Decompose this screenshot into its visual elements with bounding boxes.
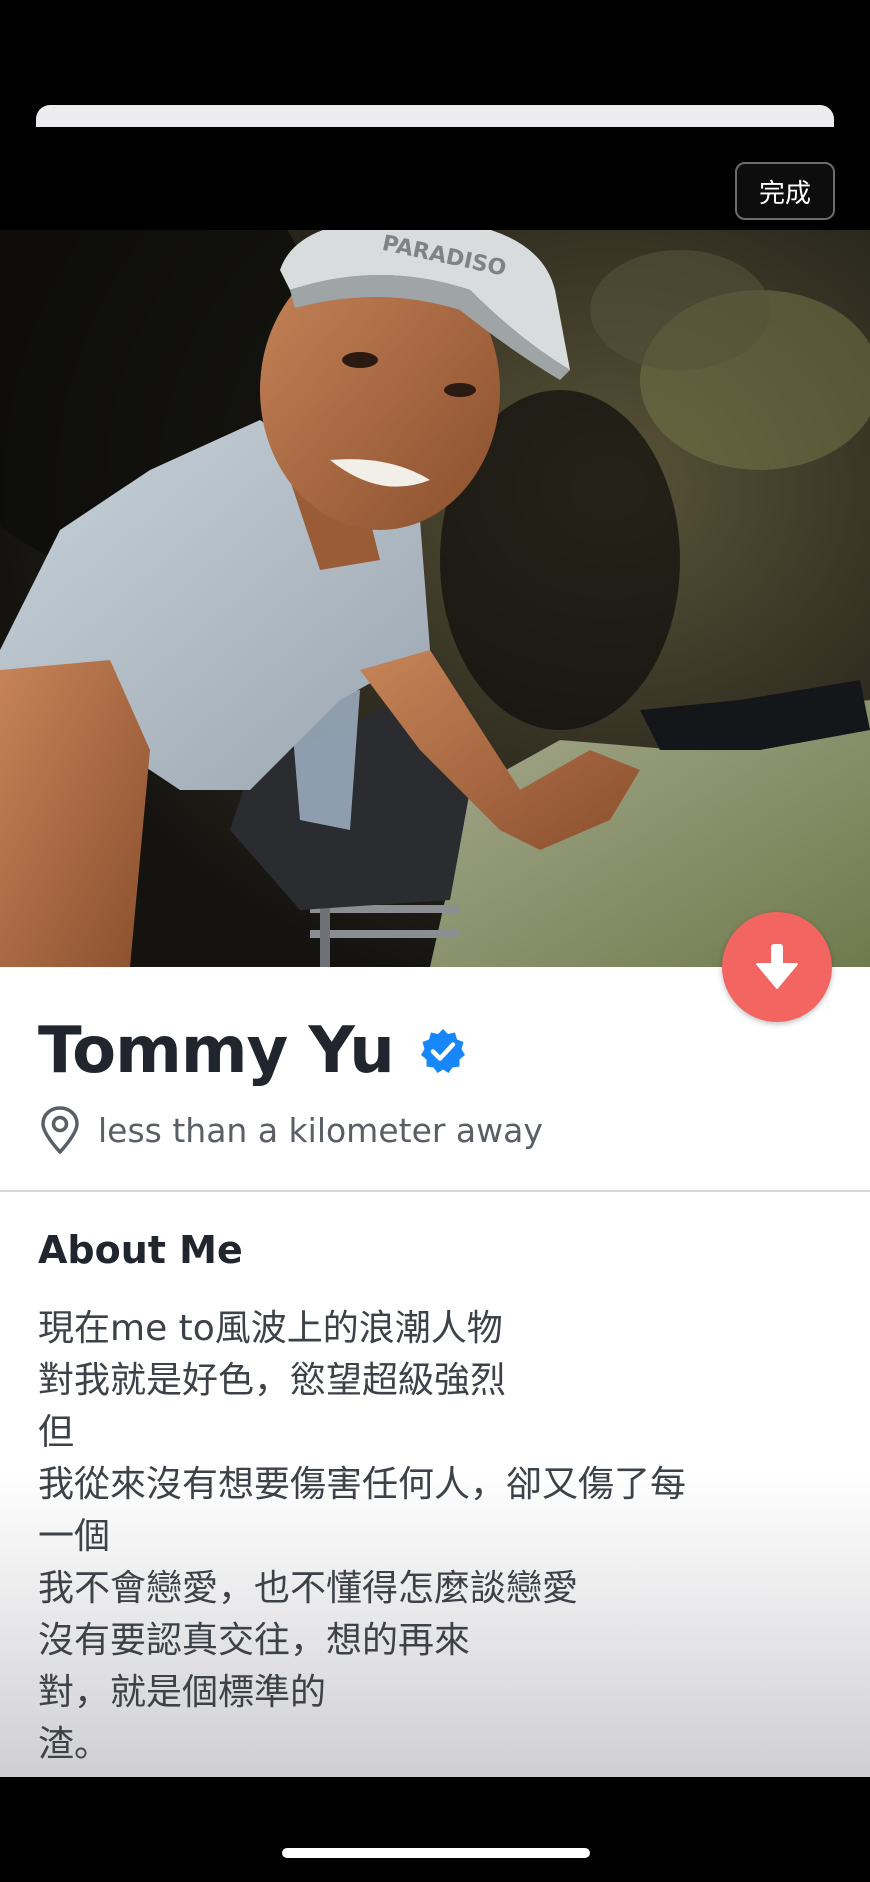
distance-text: less than a kilometer away [98,1110,543,1150]
profile-photo[interactable]: PARADISO [0,230,870,967]
about-me-heading: About Me [38,1228,243,1272]
collapse-profile-button[interactable] [722,912,832,1022]
section-divider [0,1190,870,1192]
home-indicator[interactable] [282,1848,590,1858]
location-pin-icon [41,1106,79,1154]
name-row: Tommy Yu [38,1008,466,1094]
verified-check-icon[interactable] [420,1028,466,1074]
distance-row: less than a kilometer away [38,1105,543,1155]
profile-name: Tommy Yu [38,1014,395,1088]
about-me-text: 現在me to風波上的浪潮人物 對我就是好色，慾望超級強烈 但 我從來沒有想要傷… [38,1308,687,1765]
arrow-down-icon [756,944,798,989]
done-button[interactable]: 完成 [735,162,835,220]
sheet-handle[interactable] [36,105,834,127]
